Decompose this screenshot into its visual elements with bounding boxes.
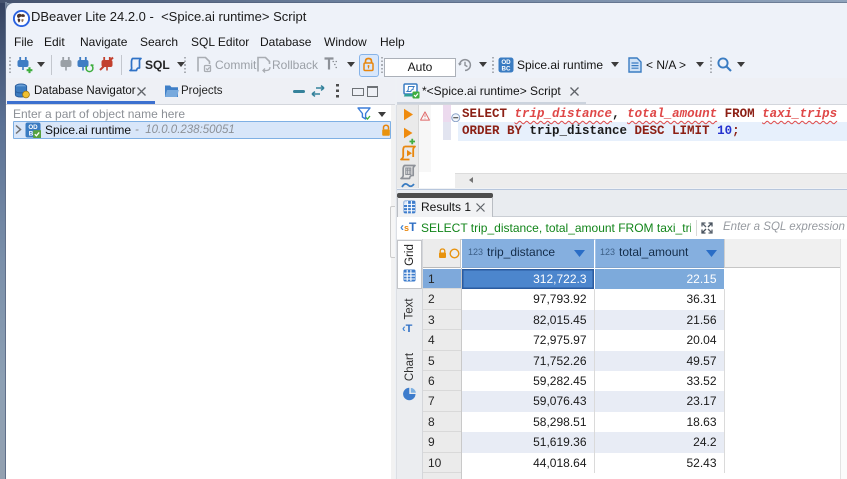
svg-text:B: B <box>29 131 34 138</box>
svg-text:BC: BC <box>502 66 511 73</box>
